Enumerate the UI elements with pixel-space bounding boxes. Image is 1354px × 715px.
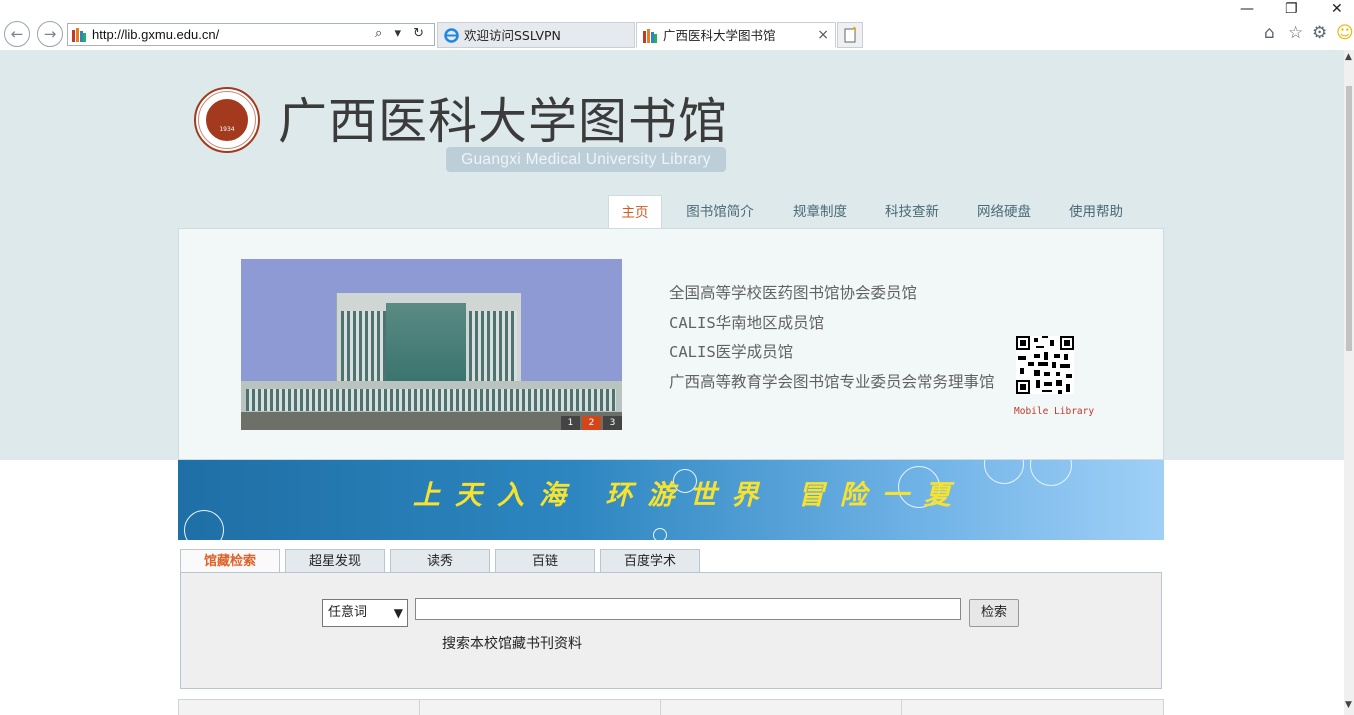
new-tab-button[interactable]	[837, 22, 863, 48]
address-bar[interactable]: http://lib.gxmu.edu.cn/ ⌕ ▾ ↻	[67, 23, 435, 46]
tab-label: 欢迎访问SSLVPN	[464, 28, 561, 43]
slide-dot-1[interactable]: 1	[561, 416, 580, 430]
column-divider	[660, 700, 661, 715]
building-windows	[341, 311, 386, 381]
back-arrow-icon: ←	[10, 25, 24, 43]
new-tab-icon	[844, 26, 857, 43]
back-button[interactable]: ←	[4, 21, 30, 47]
slide-pager: 1 2 3	[559, 416, 622, 430]
slide-dot-2[interactable]: 2	[582, 416, 601, 430]
site-title: 广西医科大学图书馆	[278, 93, 729, 150]
tab-bailian[interactable]: 百链	[495, 549, 595, 573]
browser-chrome: ← → http://lib.gxmu.edu.cn/ ⌕ ▾ ↻ 欢迎访问SS…	[0, 0, 1354, 50]
building-windows	[469, 311, 517, 381]
smiley-icon[interactable]: ☺	[1336, 23, 1354, 43]
search-panel: 任意词 ▼ 检索 搜索本校馆藏书刊资料	[180, 572, 1162, 689]
scroll-down-icon[interactable]: ▼	[1345, 700, 1352, 710]
membership-list: 全国高等学校医药图书馆协会委员馆 CALIS华南地区成员馆 CALIS医学成员馆…	[669, 279, 995, 397]
forward-arrow-icon: →	[43, 25, 57, 43]
site-subtitle: Guangxi Medical University Library	[446, 147, 726, 172]
close-tab-icon[interactable]: ×	[817, 23, 829, 48]
column-divider	[901, 700, 902, 715]
building-windows	[246, 389, 616, 411]
mobile-library-label: Mobile Library	[1014, 406, 1095, 417]
forward-button[interactable]: →	[37, 21, 63, 47]
home-icon[interactable]: ⌂	[1264, 23, 1275, 43]
address-tools-icon[interactable]: ⌕ ▾ ↻	[375, 26, 428, 41]
scrollbar-thumb[interactable]	[1346, 86, 1352, 351]
nav-item-help[interactable]: 使用帮助	[1067, 195, 1125, 229]
tab-sslvpn[interactable]: 欢迎访问SSLVPN	[437, 22, 635, 48]
seal-year: 1934	[219, 126, 235, 133]
tab-gxmu-library[interactable]: 广西医科大学图书馆 ×	[636, 22, 836, 48]
page-scrollbar[interactable]: ▲ ▼	[1344, 50, 1354, 715]
bubble-decoration	[984, 460, 1024, 484]
promo-banner[interactable]: 上天入海 环游世界 冒险一夏	[178, 460, 1164, 540]
slide-dot-3[interactable]: 3	[603, 416, 622, 430]
web-page: 1934 广西医科大学图书馆 Guangxi Medical Universit…	[0, 50, 1344, 715]
tab-chaoxing[interactable]: 超星发现	[285, 549, 385, 573]
star-icon[interactable]: ☆	[1288, 23, 1303, 43]
library-building-slide[interactable]: 1 2 3	[241, 259, 622, 430]
chevron-down-icon: ▼	[393, 606, 403, 620]
scroll-up-icon[interactable]: ▲	[1345, 52, 1352, 62]
tab-catalog-search[interactable]: 馆藏检索	[180, 549, 280, 574]
membership-line: 广西高等教育学会图书馆专业委员会常务理事馆	[669, 372, 995, 391]
nav-item-about[interactable]: 图书馆简介	[684, 195, 756, 229]
seal-center: 1934	[204, 97, 250, 143]
search-button[interactable]: 检索	[969, 599, 1019, 627]
nav-item-home[interactable]: 主页	[608, 195, 662, 230]
bubble-decoration	[184, 510, 224, 540]
restore-button[interactable]: ❐	[1285, 1, 1298, 17]
banner-text: 上天入海 环游世界 冒险一夏	[413, 480, 966, 511]
bottom-columns	[178, 699, 1164, 715]
membership-line: CALIS华南地区成员馆	[669, 313, 825, 332]
tab-label: 广西医科大学图书馆	[663, 28, 776, 43]
search-field-select[interactable]: 任意词 ▼	[322, 599, 408, 627]
search-field-value: 任意词	[328, 605, 368, 620]
column-divider	[419, 700, 420, 715]
qr-code-icon[interactable]	[1016, 336, 1074, 394]
tab-duxiu[interactable]: 读秀	[390, 549, 490, 573]
search-input[interactable]	[415, 598, 961, 620]
university-seal-logo[interactable]: 1934	[194, 87, 260, 153]
bubble-decoration	[1030, 460, 1072, 486]
nav-item-rules[interactable]: 规章制度	[791, 195, 849, 229]
nav-item-network-disk[interactable]: 网络硬盘	[975, 195, 1033, 229]
url-text[interactable]: http://lib.gxmu.edu.cn/	[92, 27, 219, 42]
ie-icon	[444, 28, 459, 43]
site-favicon-icon	[72, 28, 86, 42]
intro-panel: 1 2 3 全国高等学校医药图书馆协会委员馆 CALIS华南地区成员馆 CALI…	[178, 228, 1164, 460]
close-window-button[interactable]: ✕	[1331, 1, 1343, 17]
nav-item-novelty-search[interactable]: 科技查新	[883, 195, 941, 229]
site-favicon-icon	[643, 29, 657, 43]
tab-baidu-scholar[interactable]: 百度学术	[600, 549, 700, 573]
membership-line: CALIS医学成员馆	[669, 343, 794, 361]
minimize-button[interactable]: —	[1240, 1, 1254, 17]
search-hint: 搜索本校馆藏书刊资料	[442, 636, 582, 652]
gear-icon[interactable]: ⚙	[1312, 23, 1327, 43]
bubble-decoration	[653, 528, 667, 540]
membership-line: 全国高等学校医药图书馆协会委员馆	[669, 284, 918, 302]
